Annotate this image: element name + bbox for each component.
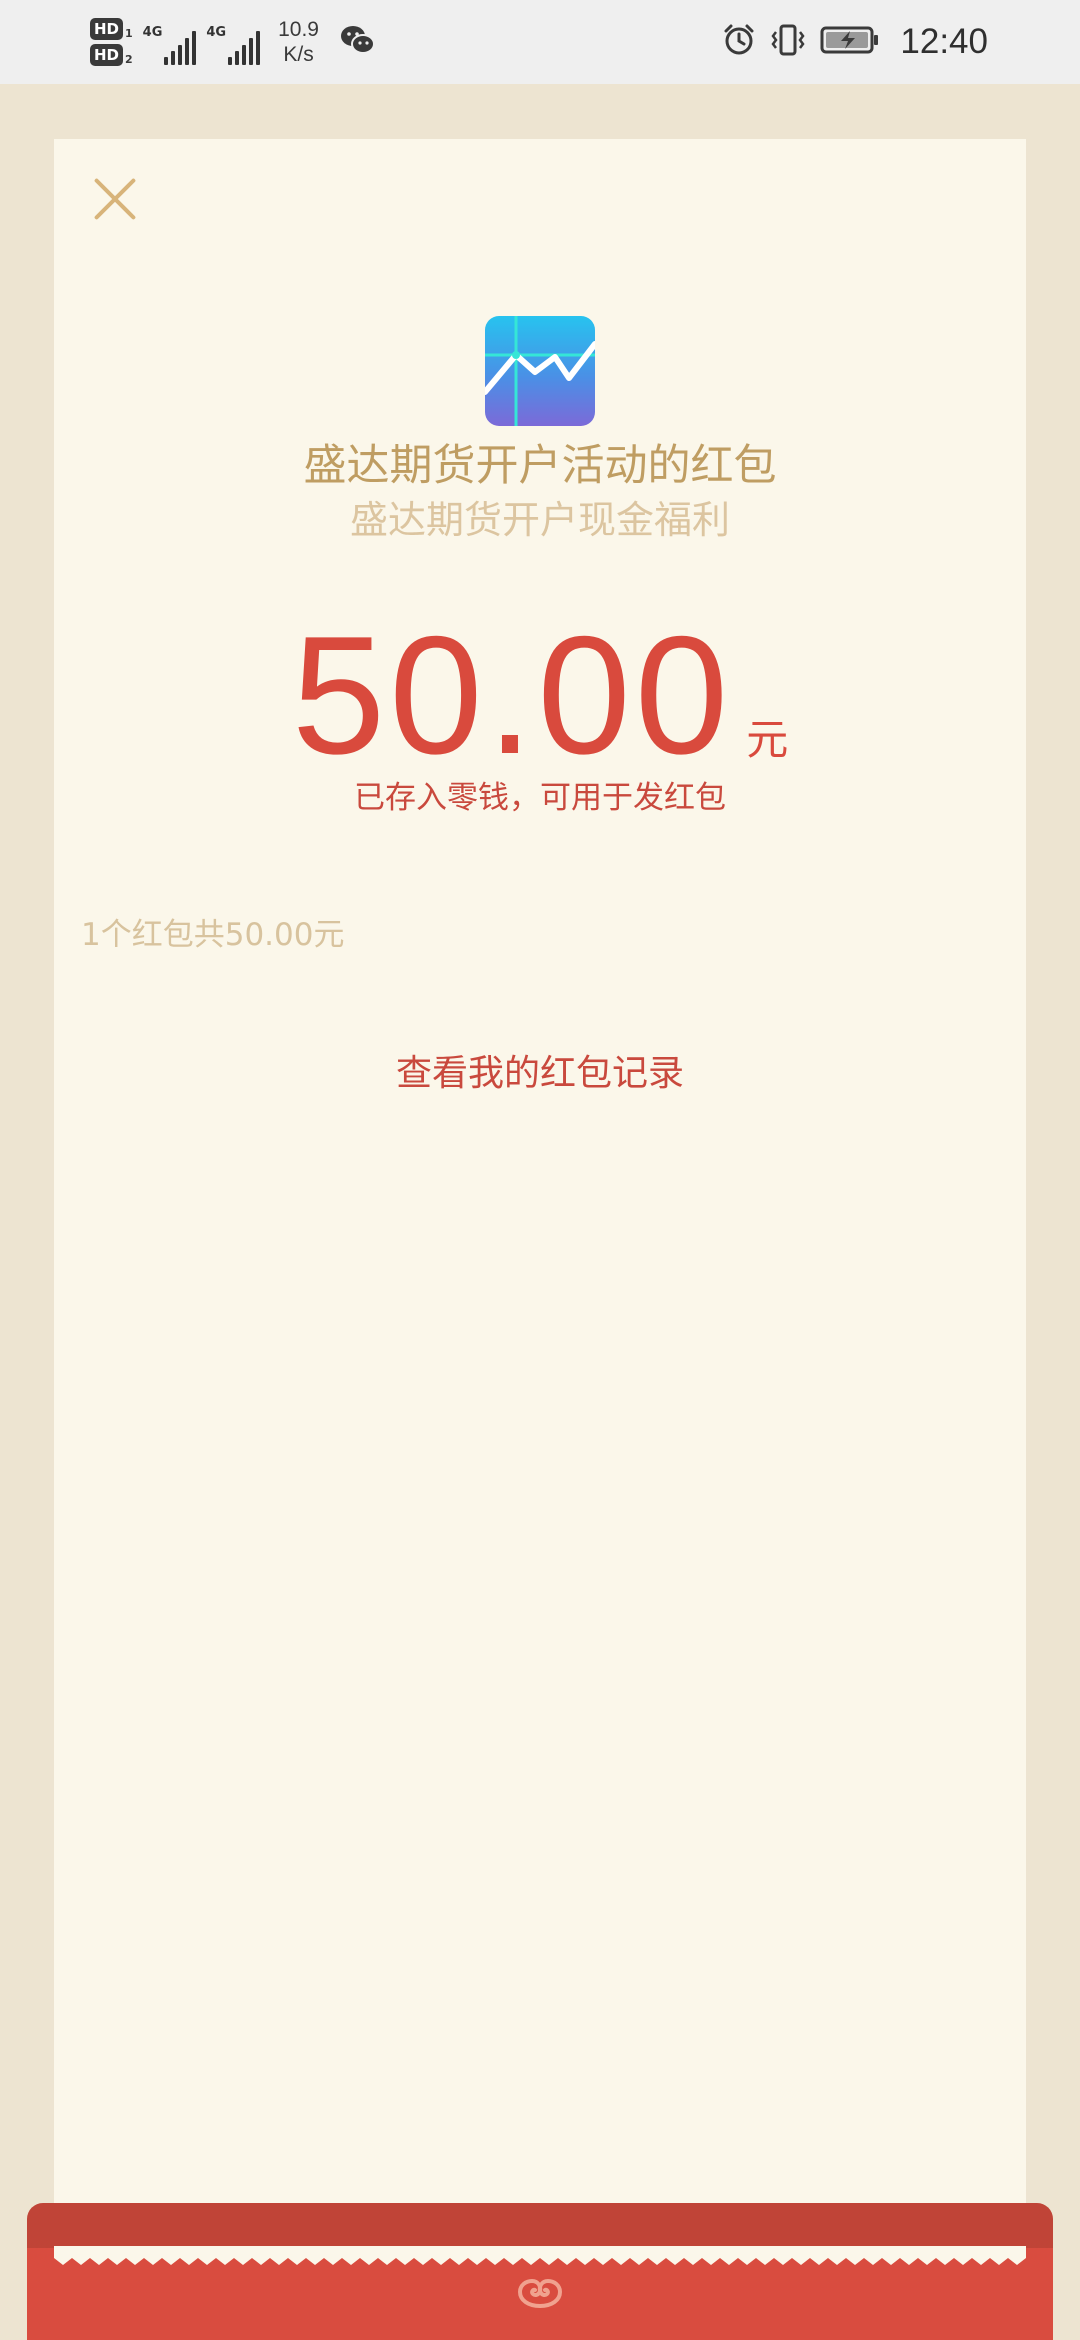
hd-indicators: HD 1 HD 2: [90, 18, 133, 66]
packet-summary: 1个红包共50.00元: [81, 917, 345, 953]
amount-value: 50.00: [291, 601, 733, 789]
sender-avatar: [485, 316, 595, 426]
battery-charging-icon: [820, 25, 880, 59]
signal-bars-icon: [164, 31, 197, 65]
status-bar: HD 1 HD 2 4G 4G 10.9 K/s 12:40: [0, 0, 1080, 84]
close-button[interactable]: [84, 168, 146, 230]
greeting-text: 盛达期货开户现金福利: [349, 498, 730, 542]
network-speed-value: 10.9: [278, 18, 319, 41]
signal-bars-icon: [228, 31, 261, 65]
vibrate-icon: [770, 23, 806, 61]
chart-trend-icon: [485, 316, 595, 426]
view-records-link[interactable]: 查看我的红包记录: [0, 1046, 1080, 1102]
sender-title: 盛达期货开户活动的红包: [303, 441, 777, 491]
hd-sim-number: 2: [125, 53, 133, 66]
network-speed: 10.9 K/s: [278, 17, 319, 67]
hd-indicator-2: HD 2: [90, 44, 133, 66]
status-bar-right: 12:40: [722, 12, 988, 72]
network-type-label: 4G: [142, 25, 163, 40]
deposit-note[interactable]: 已存入零钱，可用于发红包: [0, 772, 1080, 824]
sim1-signal: 4G: [143, 19, 197, 65]
hd-indicator-1: HD 1: [90, 18, 133, 40]
network-speed-unit: K/s: [283, 43, 314, 66]
hd-sim-number: 1: [125, 27, 133, 40]
wechat-icon: [339, 24, 375, 60]
status-bar-left: HD 1 HD 2 4G 4G 10.9 K/s: [90, 12, 375, 72]
alarm-icon: [722, 23, 756, 61]
serrated-edge: [54, 2246, 1026, 2265]
hd-label: HD: [90, 18, 124, 40]
network-type-label: 4G: [206, 25, 227, 40]
hd-label: HD: [90, 44, 124, 66]
amount-row: 50.00 元: [0, 601, 1080, 789]
amount-unit: 元: [746, 715, 789, 764]
clock-time: 12:40: [900, 22, 988, 61]
auspicious-cloud-icon: [510, 2276, 570, 2316]
sim2-signal: 4G: [206, 19, 261, 65]
